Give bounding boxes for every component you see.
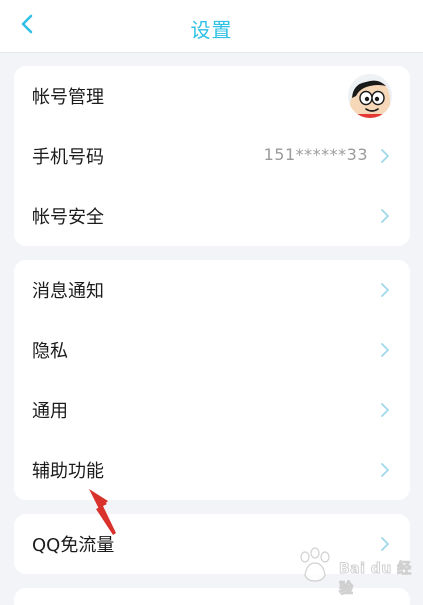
avatar — [348, 74, 392, 118]
accessibility-row[interactable]: 辅助功能 — [14, 440, 410, 500]
phone-number-row[interactable]: 手机号码 151******33 — [14, 126, 410, 186]
navigation-bar: 设置 — [0, 0, 423, 53]
accessibility-label: 辅助功能 — [32, 461, 104, 482]
chevron-right-icon — [381, 463, 389, 477]
baidu-paw-logo-icon — [300, 547, 330, 582]
settings-screen: 设置 帐号管理 手机号码 151******33 帐号安全 消息通知 隐私 通用… — [0, 0, 423, 605]
chevron-right-icon — [381, 403, 389, 417]
settings-card: 消息通知 隐私 通用 辅助功能 — [14, 260, 410, 500]
baidu-watermark: Bai du 经验 — [293, 545, 413, 598]
account-management-label: 帐号管理 — [32, 87, 104, 108]
account-management-row[interactable]: 帐号管理 — [14, 66, 410, 126]
privacy-row[interactable]: 隐私 — [14, 320, 410, 380]
cartoon-avatar-icon — [348, 74, 392, 118]
message-notification-row[interactable]: 消息通知 — [14, 260, 410, 320]
chevron-right-icon — [381, 343, 389, 357]
chevron-right-icon — [381, 209, 389, 223]
account-card: 帐号管理 手机号码 151******33 帐号安全 — [14, 66, 410, 246]
page-title: 设置 — [190, 18, 233, 42]
phone-number-value: 151******33 — [263, 145, 368, 164]
watermark-text: Bai du 经验 — [339, 561, 412, 598]
chevron-right-icon — [381, 149, 389, 163]
qq-free-data-label: QQ免流量 — [32, 535, 115, 556]
privacy-label: 隐私 — [32, 341, 68, 362]
phone-number-label: 手机号码 — [32, 147, 104, 168]
chevron-right-icon — [381, 283, 389, 297]
account-security-label: 帐号安全 — [32, 207, 104, 228]
account-security-row[interactable]: 帐号安全 — [14, 186, 410, 246]
general-row[interactable]: 通用 — [14, 380, 410, 440]
message-notification-label: 消息通知 — [32, 281, 104, 302]
general-label: 通用 — [32, 401, 68, 422]
